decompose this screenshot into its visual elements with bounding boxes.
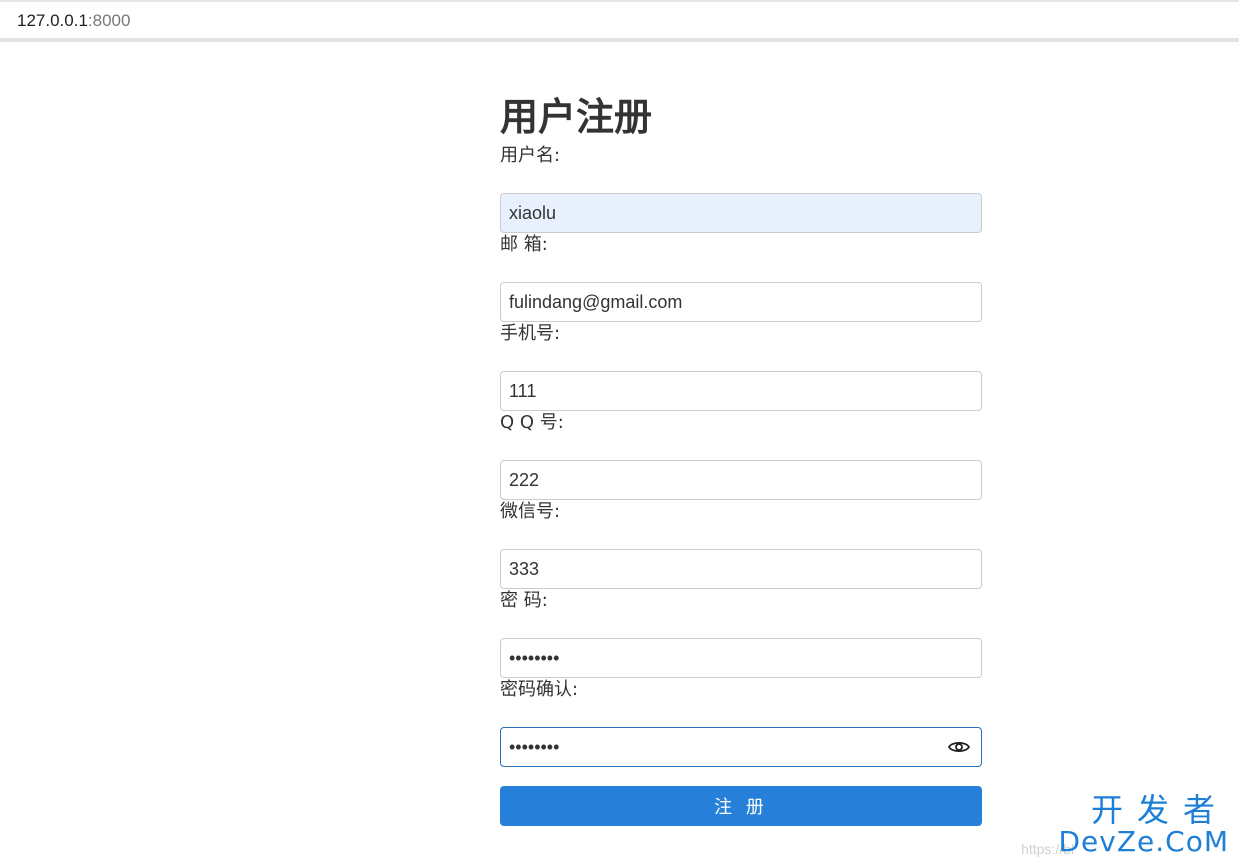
url-port: :8000 bbox=[87, 11, 131, 30]
phone-group: 手机号: bbox=[500, 322, 982, 411]
phone-label: 手机号: bbox=[500, 323, 561, 344]
phone-input[interactable] bbox=[500, 371, 982, 411]
watermark-top-text: 开发者 bbox=[1090, 791, 1229, 829]
email-label: 邮 箱: bbox=[500, 234, 548, 255]
qq-label: Q Q 号: bbox=[500, 412, 564, 433]
password-group: 密 码: bbox=[500, 589, 982, 678]
password-confirm-wrapper bbox=[500, 727, 982, 767]
password-confirm-label: 密码确认: bbox=[500, 679, 579, 700]
address-bar[interactable]: 127.0.0.1:8000 bbox=[0, 0, 1239, 42]
password-confirm-group: 密码确认: bbox=[500, 678, 982, 767]
qq-input[interactable] bbox=[500, 460, 982, 500]
register-form: 用户注册 用户名: 邮 箱: 手机号: Q Q 号: 微信号: 密 码: 密码确… bbox=[500, 90, 982, 826]
watermark-bottom-text: DevZe.CoM bbox=[1058, 825, 1229, 858]
password-input[interactable] bbox=[500, 638, 982, 678]
watermark-logo: 开发者 DevZe.CoM bbox=[1058, 793, 1229, 857]
qq-group: Q Q 号: bbox=[500, 411, 982, 500]
page-title: 用户注册 bbox=[500, 95, 653, 139]
eye-icon[interactable] bbox=[948, 738, 970, 756]
password-confirm-input[interactable] bbox=[500, 727, 982, 767]
register-button[interactable]: 注 册 bbox=[500, 786, 982, 826]
url-host: 127.0.0.1 bbox=[17, 11, 88, 30]
email-group: 邮 箱: bbox=[500, 233, 982, 322]
wechat-group: 微信号: bbox=[500, 500, 982, 589]
password-label: 密 码: bbox=[500, 590, 548, 611]
username-label: 用户名: bbox=[500, 145, 561, 166]
username-group: 用户名: bbox=[500, 144, 982, 233]
username-input[interactable] bbox=[500, 193, 982, 233]
url-text[interactable]: 127.0.0.1:8000 bbox=[17, 11, 130, 31]
wechat-input[interactable] bbox=[500, 549, 982, 589]
wechat-label: 微信号: bbox=[500, 501, 561, 522]
email-input[interactable] bbox=[500, 282, 982, 322]
